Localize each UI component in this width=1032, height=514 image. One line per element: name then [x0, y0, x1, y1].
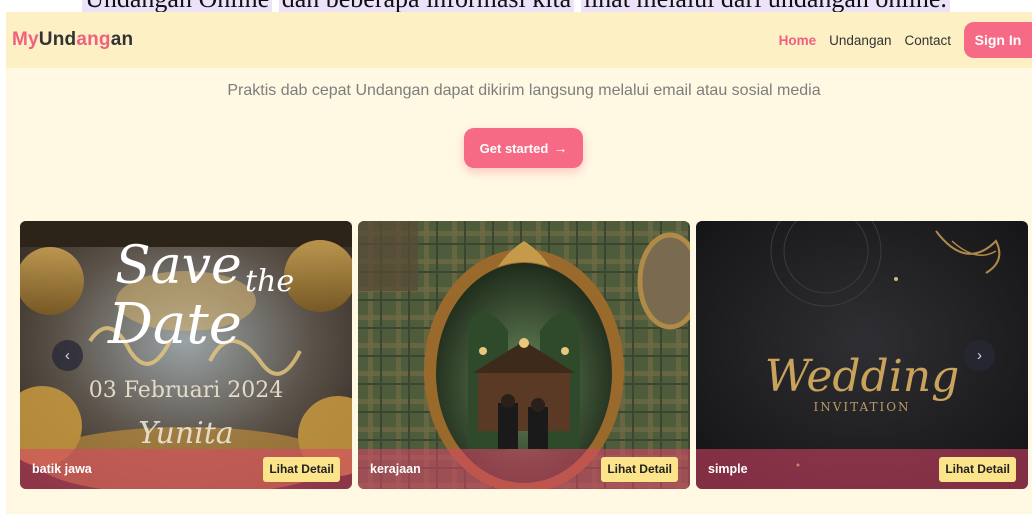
- hero-subtitle: Praktis dab cepat Undangan dapat dikirim…: [227, 82, 821, 99]
- template-card[interactable]: kerajaan Lihat Detail: [358, 221, 690, 489]
- brand-logo[interactable]: MyUndangan: [12, 29, 133, 51]
- art-name: Yunita: [138, 416, 233, 451]
- sign-in-button[interactable]: Sign In: [964, 22, 1032, 58]
- chevron-left-icon: ‹: [65, 347, 70, 364]
- lihat-detail-button[interactable]: Lihat Detail: [601, 456, 678, 482]
- nav-link-undangan[interactable]: Undangan: [829, 33, 891, 48]
- card-footer: kerajaan Lihat Detail: [358, 449, 690, 489]
- chevron-right-icon: ›: [977, 347, 982, 364]
- carousel-next-button[interactable]: ›: [964, 340, 995, 371]
- art-wedding-title: Wedding: [765, 351, 960, 402]
- art-date: Date: [107, 292, 242, 357]
- card-footer: batik jawa Lihat Detail: [20, 449, 352, 489]
- navbar: MyUndangan Home Undangan Contact Sign In: [6, 12, 1032, 68]
- lihat-detail-button[interactable]: Lihat Detail: [263, 456, 340, 482]
- arrow-right-icon: →: [553, 140, 568, 156]
- nav-menu: Home Undangan Contact Sign In: [766, 12, 1032, 68]
- card-footer: simple Lihat Detail: [696, 449, 1028, 489]
- nav-link-contact[interactable]: Contact: [904, 33, 951, 48]
- get-started-label: Get started: [479, 141, 549, 156]
- art-the: the: [245, 264, 294, 299]
- art-save: Save: [115, 236, 242, 296]
- card-label: kerajaan: [370, 462, 421, 476]
- lihat-detail-button[interactable]: Lihat Detail: [939, 456, 1016, 482]
- carousel-prev-button[interactable]: ‹: [52, 340, 83, 371]
- art-invitation-subtitle: INVITATION: [813, 400, 910, 414]
- art-event-date: 03 Februari 2024: [89, 378, 284, 403]
- card-label: batik jawa: [32, 462, 92, 476]
- clipped-heading: Undangan Online dan beberapa informasi k…: [0, 0, 1032, 13]
- template-carousel: Save the Date 03 Februari 2024 Yunita ba…: [20, 221, 1032, 489]
- landing-page: MyUndangan Home Undangan Contact Sign In…: [6, 12, 1032, 514]
- card-label: simple: [708, 462, 748, 476]
- get-started-button[interactable]: Get started →: [464, 128, 583, 168]
- nav-link-home[interactable]: Home: [779, 33, 817, 48]
